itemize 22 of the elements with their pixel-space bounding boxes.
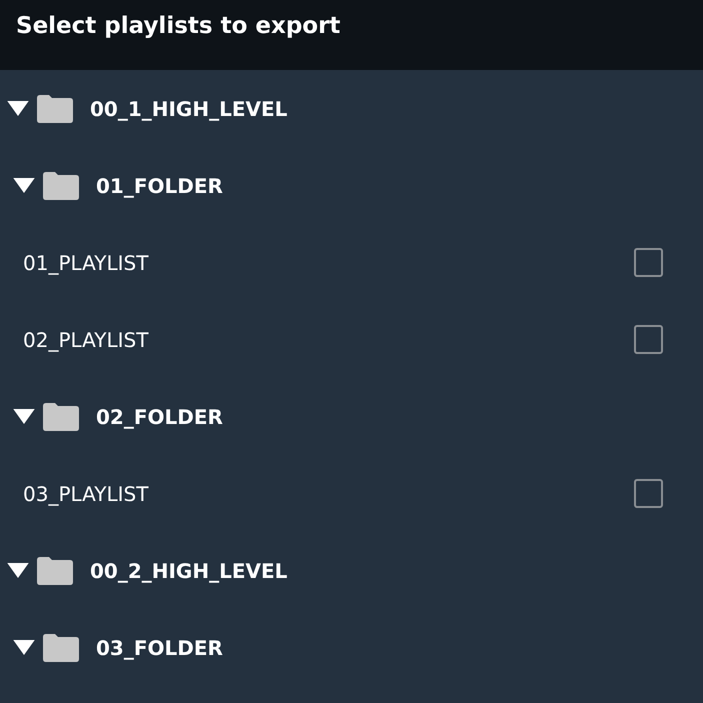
playlist-name: 01_PLAYLIST	[23, 250, 148, 274]
expand-arrow-icon[interactable]	[13, 409, 35, 424]
folder-icon	[43, 402, 79, 430]
expand-arrow-icon[interactable]	[7, 563, 29, 578]
checkbox[interactable]	[634, 325, 663, 354]
dialog-title: Select playlists to export	[16, 13, 340, 41]
folder-icon	[37, 94, 73, 122]
expand-arrow-icon[interactable]	[7, 101, 29, 116]
expand-arrow-icon[interactable]	[13, 640, 35, 655]
folder-icon	[43, 172, 79, 200]
folder-label[interactable]: 02_FOLDER	[96, 404, 223, 428]
folder-label[interactable]: 01_FOLDER	[96, 174, 223, 198]
folder-label[interactable]: 00_1_HIGH_LEVEL	[90, 96, 288, 120]
expand-arrow-icon[interactable]	[13, 178, 35, 193]
playlist-name: 02_PLAYLIST	[23, 328, 148, 352]
folder-icon	[37, 556, 73, 584]
folder-label[interactable]: 03_FOLDER	[96, 636, 223, 660]
checkbox[interactable]	[634, 479, 663, 508]
folder-icon	[43, 634, 79, 662]
playlist-name: 03_PLAYLIST	[23, 482, 148, 506]
folder-label[interactable]: 00_2_HIGH_LEVEL	[90, 558, 288, 582]
checkbox[interactable]	[634, 248, 663, 277]
